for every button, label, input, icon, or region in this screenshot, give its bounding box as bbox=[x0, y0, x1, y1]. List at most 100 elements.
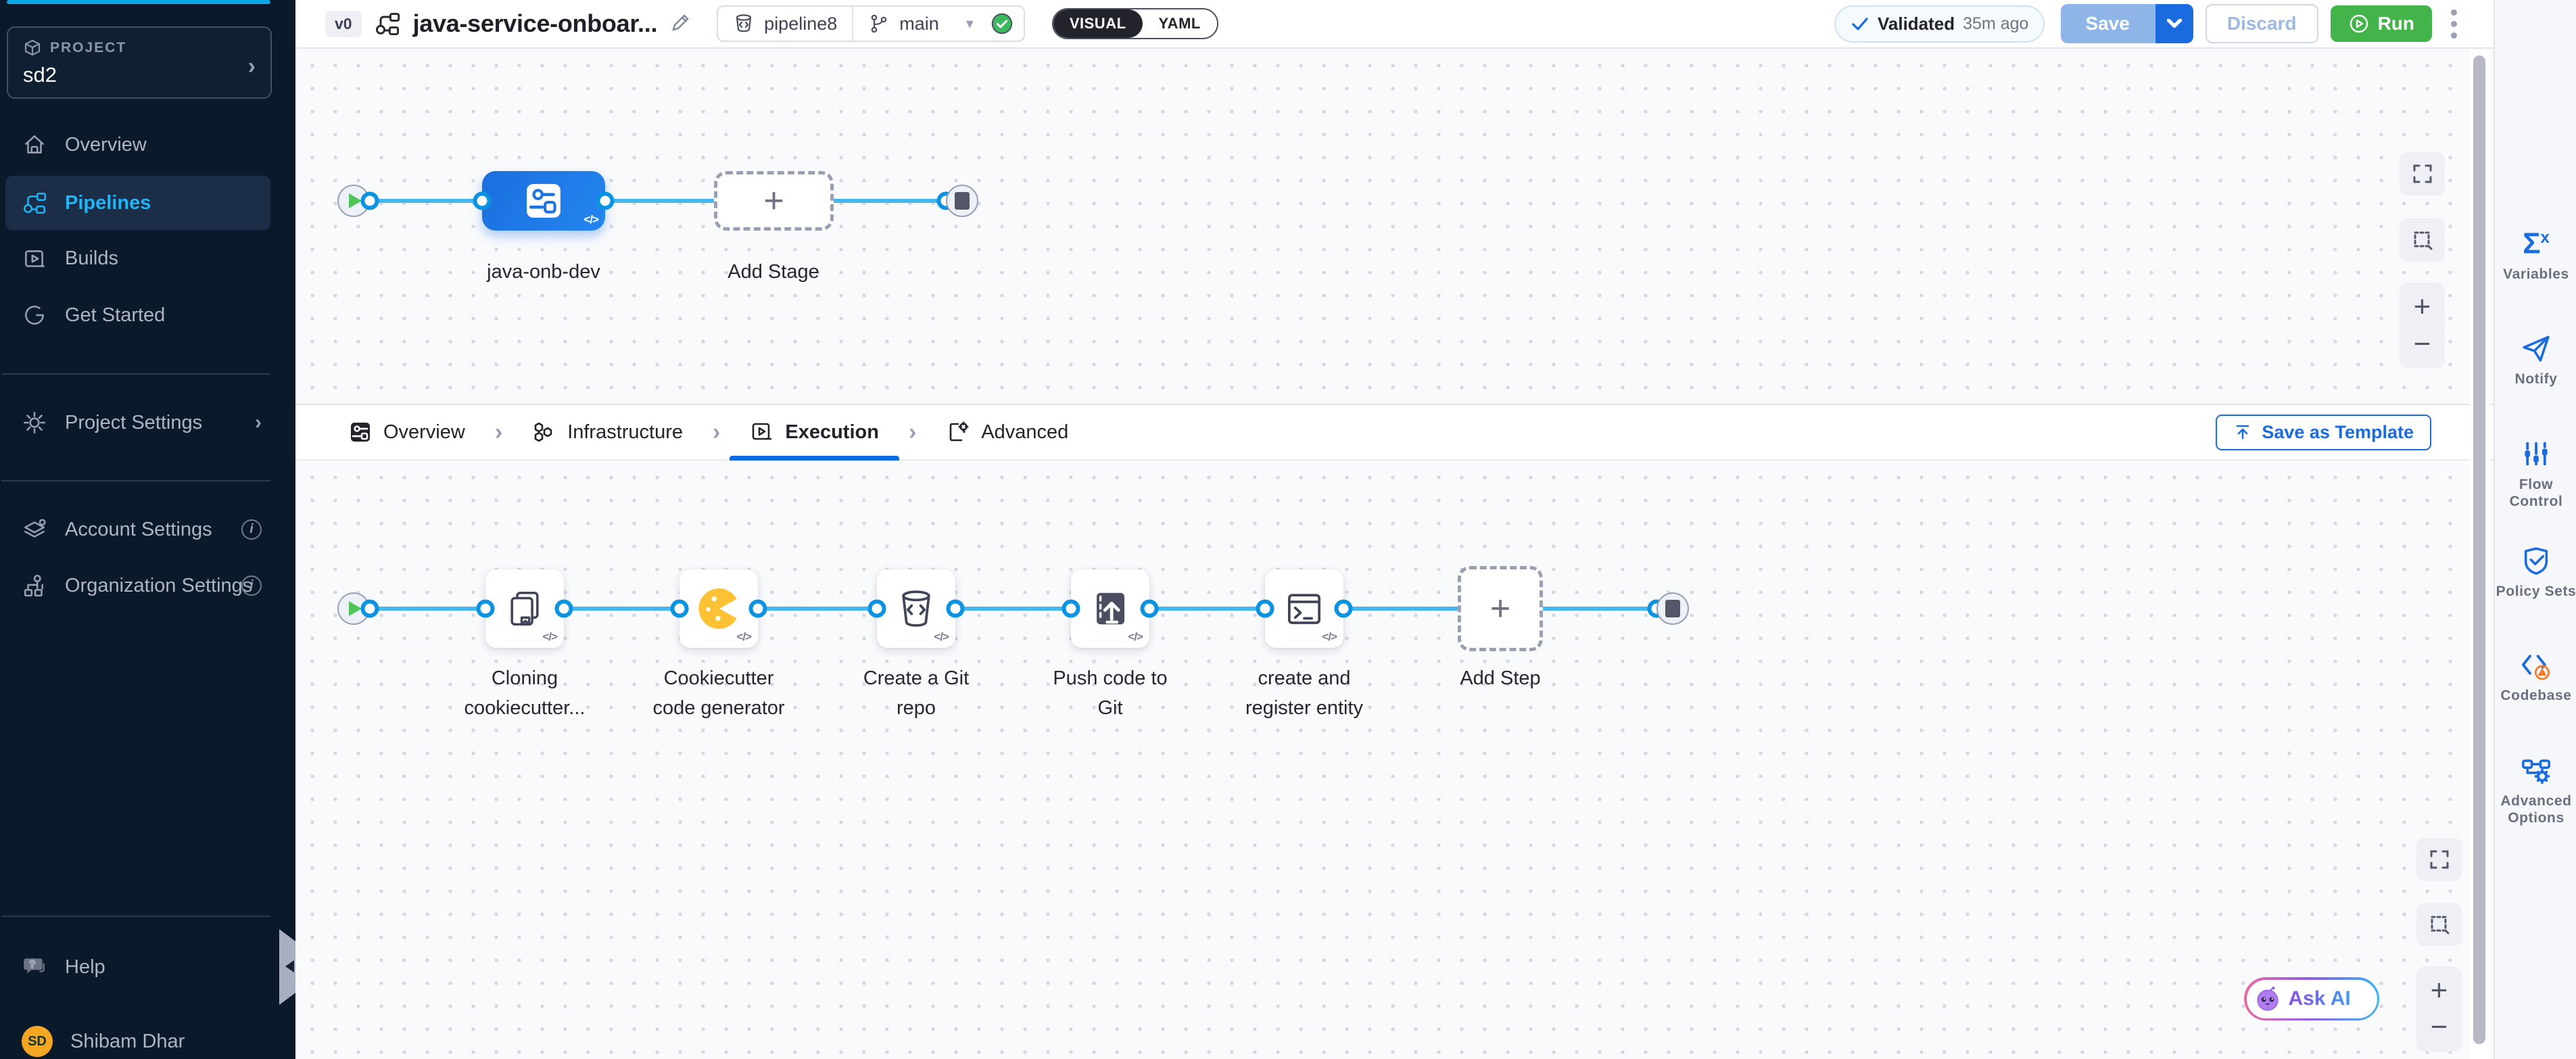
rail-item-notify[interactable]: Notify bbox=[2495, 333, 2576, 387]
connector-port[interactable] bbox=[361, 192, 379, 210]
zoom-out-button[interactable]: − bbox=[2414, 329, 2431, 359]
connector-port[interactable] bbox=[868, 600, 886, 618]
select-mode-button[interactable] bbox=[2400, 218, 2445, 262]
connector-port[interactable] bbox=[596, 192, 615, 210]
yaml-code-badge: </> bbox=[934, 630, 949, 644]
avatar: SD bbox=[22, 1026, 53, 1057]
stop-icon bbox=[1665, 600, 1680, 617]
sidebar-item-project-settings[interactable]: Project Settings › bbox=[0, 396, 295, 450]
rail-label: Advanced Options bbox=[2495, 793, 2576, 826]
vertical-scrollbar[interactable] bbox=[2469, 50, 2489, 1059]
execution-end-node[interactable] bbox=[1656, 592, 1689, 625]
rail-item-flow-control[interactable]: Flow Control bbox=[2495, 438, 2576, 510]
stage-connector-line bbox=[370, 199, 962, 203]
connector-port[interactable] bbox=[1335, 600, 1353, 618]
connector-port[interactable] bbox=[1062, 600, 1080, 618]
upload-icon bbox=[2233, 423, 2252, 442]
fullscreen-button[interactable] bbox=[2416, 838, 2462, 881]
stage-tabbar: Overview › Infrastructure › Execution › … bbox=[295, 404, 2494, 461]
add-step-label: Add Step bbox=[1406, 663, 1595, 693]
sidebar-item-pipelines[interactable]: Pipelines bbox=[5, 176, 270, 230]
sidebar-item-label: Organization Settings bbox=[65, 575, 252, 597]
organization-settings-icon bbox=[22, 573, 47, 598]
sidebar-item-builds[interactable]: Builds bbox=[0, 231, 295, 285]
sidebar-item-overview[interactable]: Overview bbox=[0, 118, 295, 172]
ask-ai-button[interactable]: Ask AI bbox=[2244, 977, 2379, 1020]
rail-item-policy-sets[interactable]: Policy Sets bbox=[2495, 545, 2576, 600]
zoom-out-button[interactable]: − bbox=[2431, 1012, 2448, 1042]
tab-label: Overview bbox=[383, 421, 465, 444]
sidebar-item-label: Builds bbox=[65, 248, 118, 270]
tab-execution[interactable]: Execution bbox=[730, 405, 899, 459]
tab-infrastructure[interactable]: Infrastructure bbox=[512, 405, 703, 459]
pipeline-store-value: pipeline8 bbox=[764, 14, 837, 34]
rail-item-variables[interactable]: Σx Variables bbox=[2495, 223, 2576, 283]
edit-pipeline-button[interactable] bbox=[669, 11, 692, 37]
connector-port[interactable] bbox=[473, 192, 492, 210]
stage-node-java-onb-dev[interactable]: </> bbox=[482, 171, 605, 231]
pipeline-store-selector[interactable]: pipeline8 bbox=[718, 7, 852, 41]
fullscreen-icon bbox=[2428, 848, 2451, 871]
zoom-in-button[interactable]: + bbox=[2431, 976, 2448, 1006]
add-stage-button[interactable]: + bbox=[714, 171, 834, 231]
pipeline-end-node[interactable] bbox=[946, 185, 978, 217]
connector-port[interactable] bbox=[477, 600, 495, 618]
pipelines-icon bbox=[22, 190, 47, 216]
right-toolbar-rail: Σx Variables Notify Flow Control Policy … bbox=[2494, 0, 2576, 1059]
yaml-mode-button[interactable]: YAML bbox=[1143, 9, 1217, 38]
account-settings-icon bbox=[22, 517, 47, 542]
execution-graph-canvas[interactable]: </> </> </> bbox=[295, 461, 2494, 1059]
step-label: Cloningcookiecutter... bbox=[430, 663, 619, 723]
fullscreen-button[interactable] bbox=[2400, 152, 2445, 195]
codebase-icon bbox=[2521, 649, 2552, 680]
rail-label: Variables bbox=[2503, 266, 2569, 283]
connector-port[interactable] bbox=[1141, 600, 1159, 618]
chevron-down-icon: ▾ bbox=[966, 15, 974, 32]
discard-button[interactable]: Discard bbox=[2205, 4, 2318, 43]
connector-port[interactable] bbox=[1256, 600, 1274, 618]
more-options-button[interactable] bbox=[2444, 5, 2464, 43]
rail-item-advanced-options[interactable]: Advanced Options bbox=[2495, 755, 2576, 826]
sidebar-item-get-started[interactable]: Get Started bbox=[0, 288, 295, 342]
step-cookiecutter-code-generator[interactable]: </> bbox=[679, 569, 758, 648]
connector-port[interactable] bbox=[671, 600, 689, 618]
tab-overview[interactable]: Overview bbox=[328, 405, 485, 459]
connector-port[interactable] bbox=[947, 600, 965, 618]
run-button[interactable]: Run bbox=[2331, 5, 2432, 42]
save-as-template-button[interactable]: Save as Template bbox=[2216, 415, 2431, 450]
project-selector-card[interactable]: PROJECT sd2 › bbox=[7, 26, 272, 99]
save-button[interactable]: Save bbox=[2061, 4, 2153, 43]
add-step-button[interactable]: + bbox=[1458, 566, 1543, 651]
sidebar-item-help[interactable]: ? Help bbox=[0, 940, 295, 994]
zoom-in-button[interactable]: + bbox=[2414, 292, 2431, 322]
sidebar-divider bbox=[1, 480, 270, 481]
user-menu[interactable]: SD Shibam Dhar bbox=[0, 1014, 295, 1059]
connector-port[interactable] bbox=[555, 600, 573, 618]
save-options-button[interactable] bbox=[2154, 4, 2193, 43]
step-push-code-to-git[interactable]: </> bbox=[1071, 569, 1149, 648]
validated-label: Validated bbox=[1878, 14, 1955, 34]
pipeline-header: v0 java-service-onboar... pipeline8 main… bbox=[295, 0, 2494, 49]
visual-mode-button[interactable]: VISUAL bbox=[1053, 9, 1143, 38]
branch-selector[interactable]: main ▾ bbox=[853, 7, 988, 41]
connector-port[interactable] bbox=[749, 600, 767, 618]
validated-status-badge[interactable]: Validated 35m ago bbox=[1834, 5, 2045, 43]
stage-graph-canvas[interactable]: </> + java-onb-dev Add Stage + − bbox=[295, 49, 2494, 404]
select-mode-button[interactable] bbox=[2416, 903, 2462, 946]
rail-item-codebase[interactable]: Codebase bbox=[2495, 649, 2576, 704]
sidebar-item-account-settings[interactable]: Account Settings i bbox=[0, 502, 295, 557]
info-icon[interactable]: i bbox=[241, 519, 262, 540]
step-cloning-cookiecutter[interactable]: </> bbox=[485, 569, 564, 648]
scrollbar-thumb[interactable] bbox=[2473, 55, 2485, 1044]
step-create-git-repo[interactable]: </> bbox=[877, 569, 955, 648]
add-stage-label: Add Stage bbox=[692, 257, 855, 287]
tab-label: Infrastructure bbox=[567, 421, 683, 444]
sidebar-top-accent-bar bbox=[7, 0, 270, 4]
sidebar-item-organization-settings[interactable]: Organization Settings i bbox=[0, 559, 295, 613]
overview-tab-icon bbox=[348, 420, 373, 444]
step-create-and-register-entity[interactable]: </> bbox=[1265, 569, 1343, 648]
info-icon[interactable]: i bbox=[241, 575, 262, 596]
connector-port[interactable] bbox=[361, 600, 379, 618]
tab-advanced[interactable]: Advanced bbox=[926, 405, 1089, 459]
git-branch-icon bbox=[868, 13, 890, 34]
